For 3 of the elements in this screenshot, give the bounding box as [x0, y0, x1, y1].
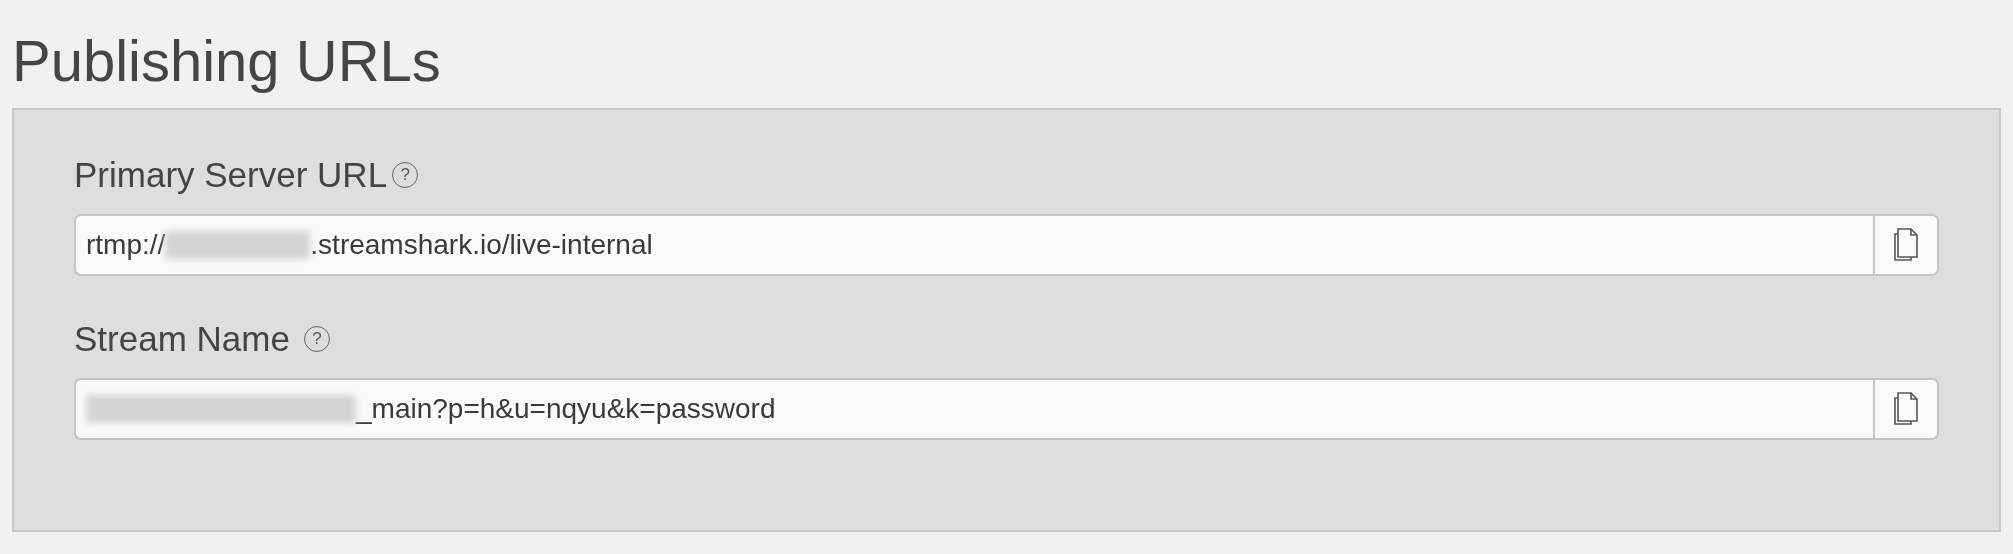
field-label: Primary Server URL	[74, 155, 388, 195]
page-title: Publishing URLs	[12, 27, 442, 95]
field-label: Stream Name	[74, 319, 290, 359]
